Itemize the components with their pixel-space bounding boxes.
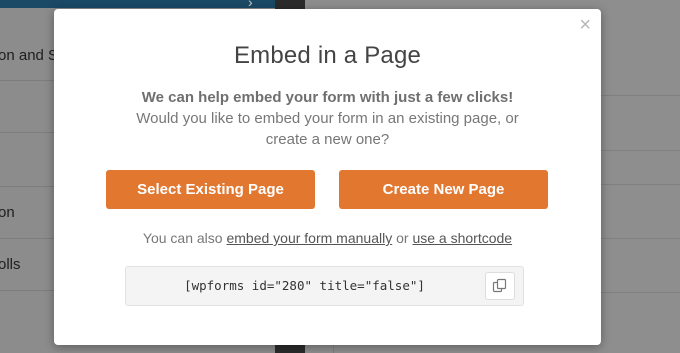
alt-or-text: or [396,230,409,246]
copy-shortcode-button[interactable] [485,272,515,300]
embed-manually-link[interactable]: embed your form manually [226,230,392,246]
modal-lead-text: We can help embed your form with just a … [141,89,514,106]
shortcode-box: [wpforms id="280" title="false"] [125,266,524,306]
close-icon[interactable]: × [579,15,591,35]
select-existing-page-button[interactable]: Select Existing Page [106,170,315,209]
modal-question-line: Would you like to embed your form in an … [136,110,519,127]
use-shortcode-link[interactable]: use a shortcode [412,230,512,246]
embed-modal: × Embed in a Page We can help embed your… [54,9,601,345]
alternative-options: You can also embed your form manually or… [54,230,601,246]
alt-prefix-text: You can also [142,230,223,246]
modal-title: Embed in a Page [233,42,422,69]
background-sidebar-label: on and S [0,47,59,64]
modal-question-line: create a new one? [265,131,390,148]
copy-icon [492,278,507,293]
background-sidebar-label: olls [0,256,21,273]
background-sidebar-label: on [0,204,15,221]
modal-description: We can help embed your form with just a … [54,87,601,150]
shortcode-text: [wpforms id="280" title="false"] [184,278,425,293]
create-new-page-button[interactable]: Create New Page [339,170,548,209]
background-top-bar [0,0,275,8]
